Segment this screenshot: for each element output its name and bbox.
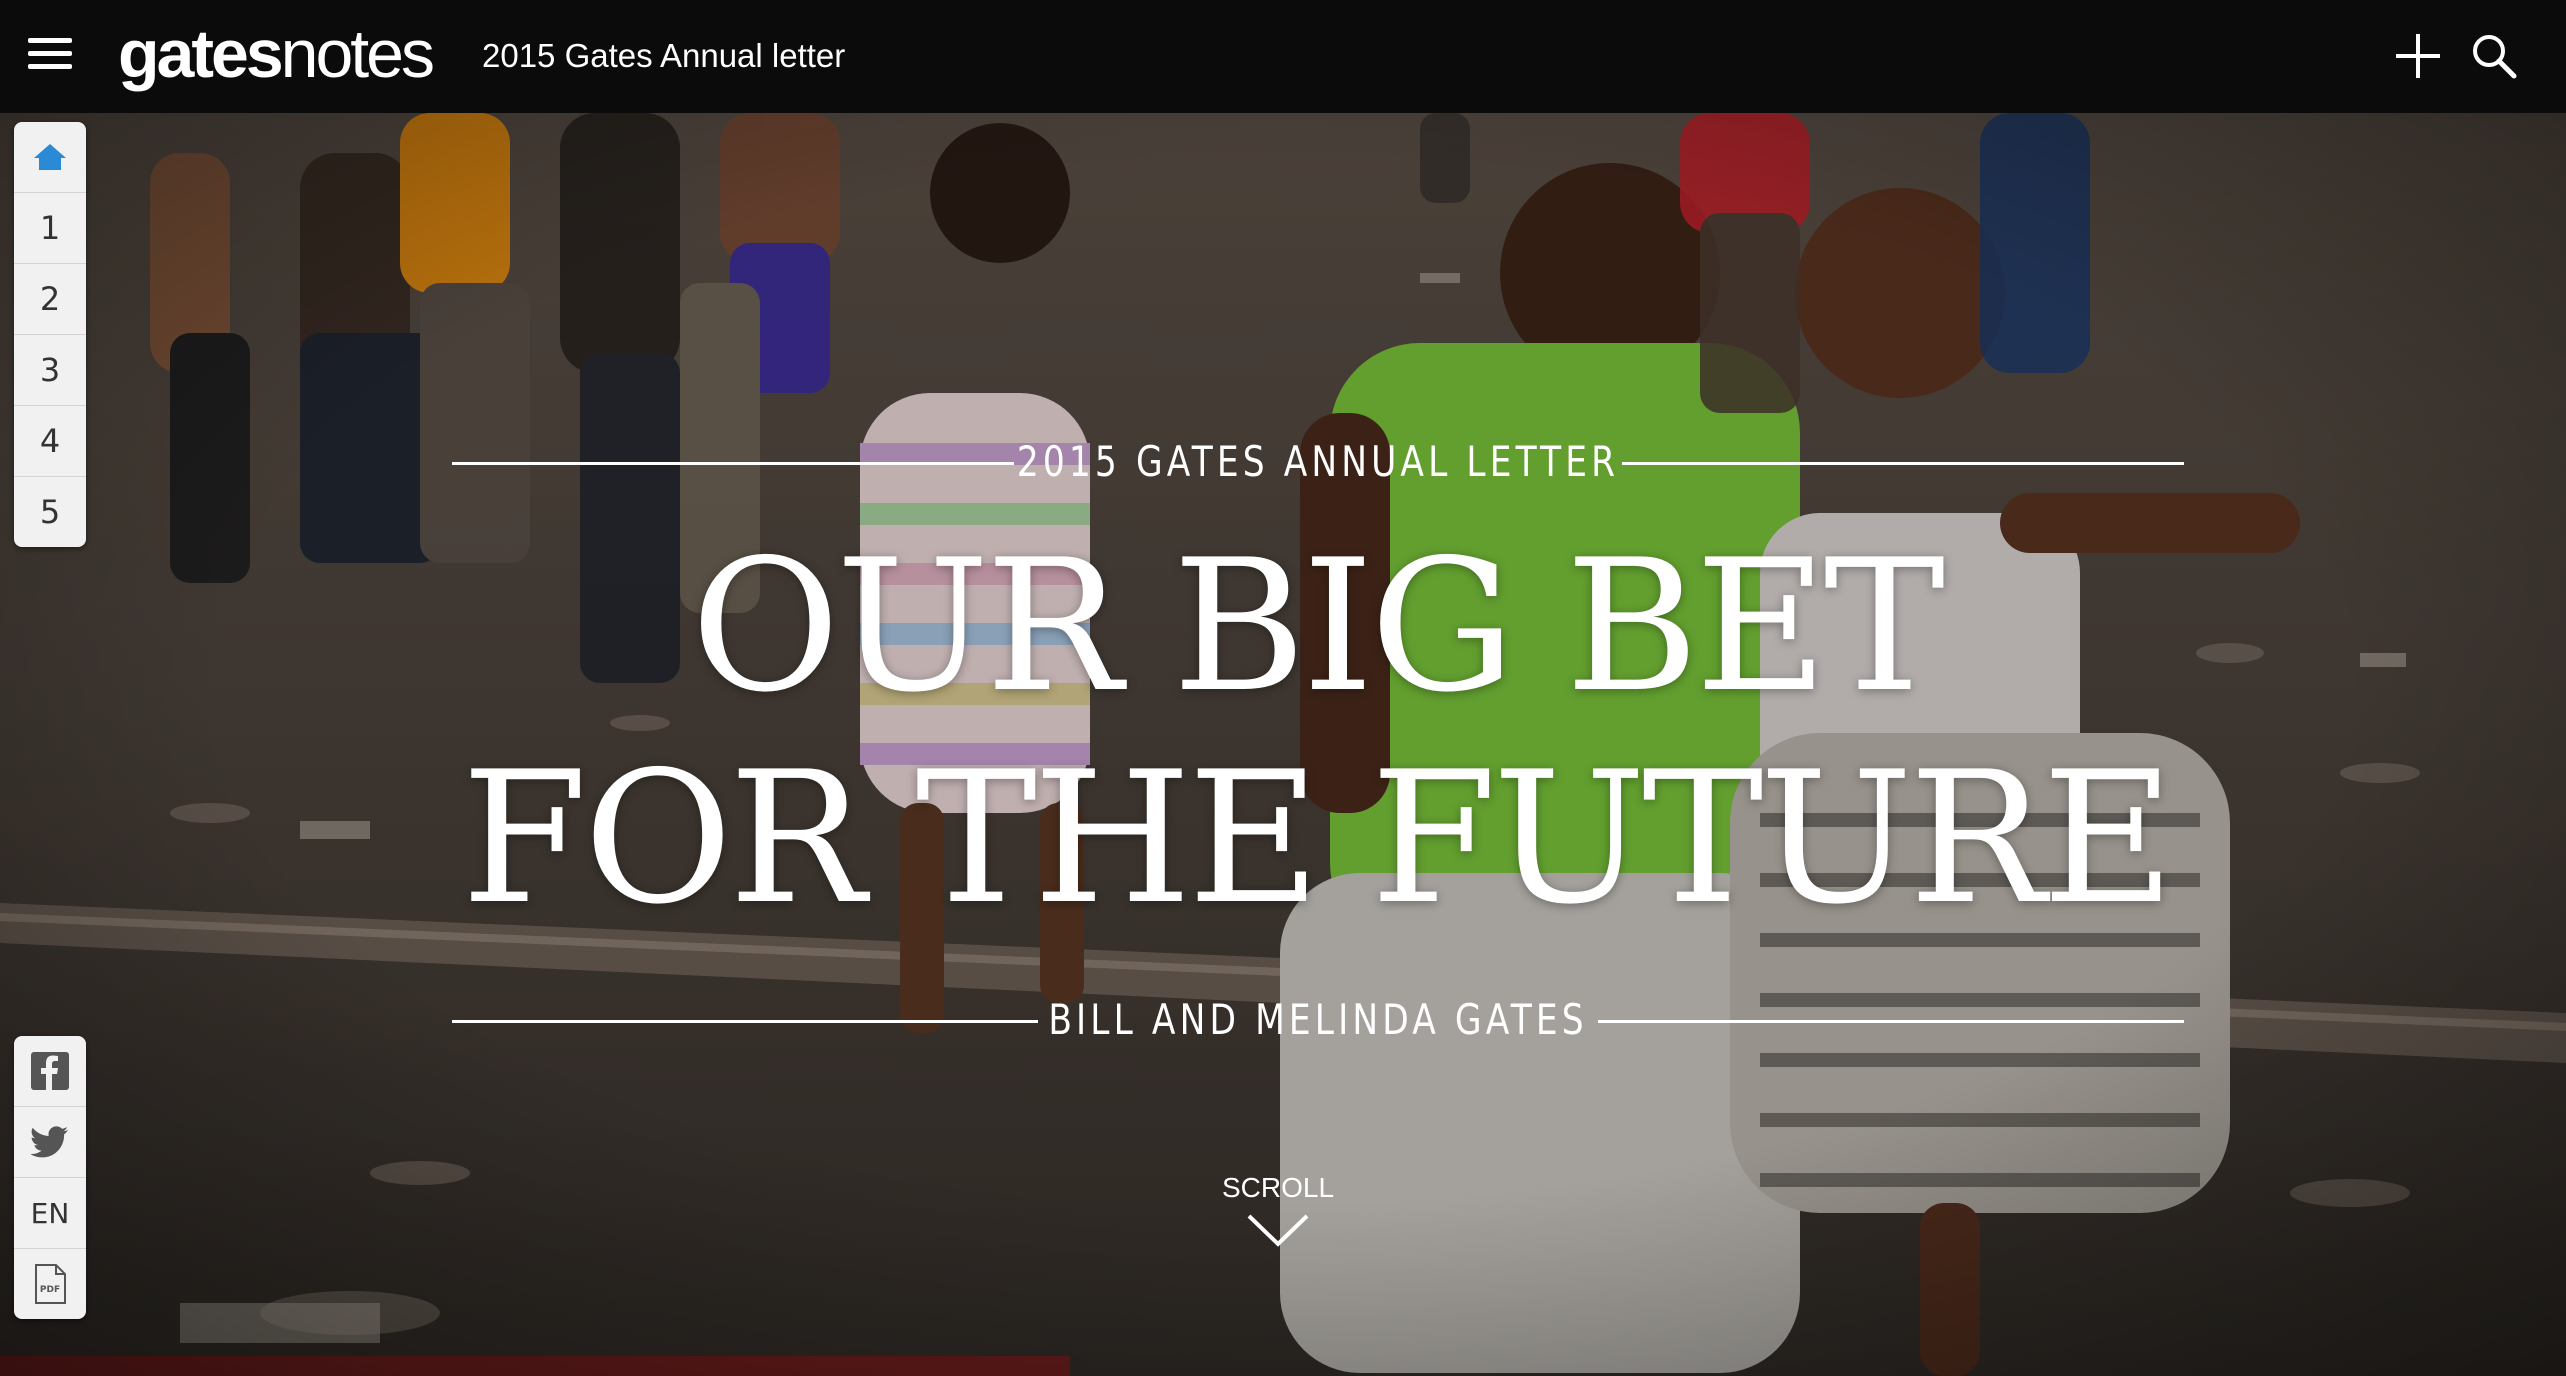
chapter-nav-item-4[interactable]: 4 (14, 406, 86, 477)
chapter-nav-home[interactable] (14, 122, 86, 193)
facebook-share-button[interactable] (14, 1036, 86, 1107)
scroll-label: SCROLL (1221, 1172, 1335, 1203)
chapter-nav-item-3[interactable]: 3 (14, 335, 86, 406)
hamburger-menu-icon[interactable] (28, 36, 72, 72)
gatesnotes-logo[interactable]: gatesnotes (118, 14, 435, 94)
search-icon[interactable] (2470, 32, 2518, 80)
chapter-nav-item-5[interactable]: 5 (14, 477, 86, 547)
chapter-nav-item-1[interactable]: 1 (14, 193, 86, 264)
headline: OUR BIG BET FOR THE FUTURE (300, 520, 2332, 944)
home-icon (34, 144, 66, 170)
headline-line-2: FOR THE FUTURE (461, 732, 2175, 944)
svg-text:PDF: PDF (40, 1285, 60, 1295)
twitter-share-button[interactable] (14, 1107, 86, 1178)
byline-text: BILL AND MELINDA GATES (1048, 995, 1588, 1044)
top-bar: gatesnotes 2015 Gates Annual letter (0, 0, 2566, 113)
logo-text-gates: gates (118, 16, 284, 92)
twitter-icon (31, 1126, 68, 1158)
page-title[interactable]: 2015 Gates Annual letter (482, 34, 845, 78)
plus-icon[interactable] (2396, 34, 2440, 78)
headline-line-1: OUR BIG BET (690, 520, 1945, 732)
chevron-down-icon (1247, 1214, 1309, 1247)
pdf-download-button[interactable]: PDF (14, 1249, 86, 1319)
chapter-nav: 1 2 3 4 5 (14, 122, 86, 547)
facebook-icon (31, 1052, 69, 1090)
share-tools: EN PDF (14, 1036, 86, 1319)
kicker-text: 2015 GATES ANNUAL LETTER (1016, 437, 1620, 486)
scroll-button[interactable]: SCROLL (1183, 1168, 1373, 1268)
letter-kicker: 2015 GATES ANNUAL LETTER (452, 432, 2184, 492)
language-selector[interactable]: EN (14, 1178, 86, 1249)
byline: BILL AND MELINDA GATES (452, 990, 2184, 1050)
chapter-nav-item-2[interactable]: 2 (14, 264, 86, 335)
page: gatesnotes 2015 Gates Annual letter 1 2 … (0, 0, 2566, 1376)
pdf-icon: PDF (35, 1264, 66, 1304)
logo-text-notes: notes (280, 16, 435, 92)
